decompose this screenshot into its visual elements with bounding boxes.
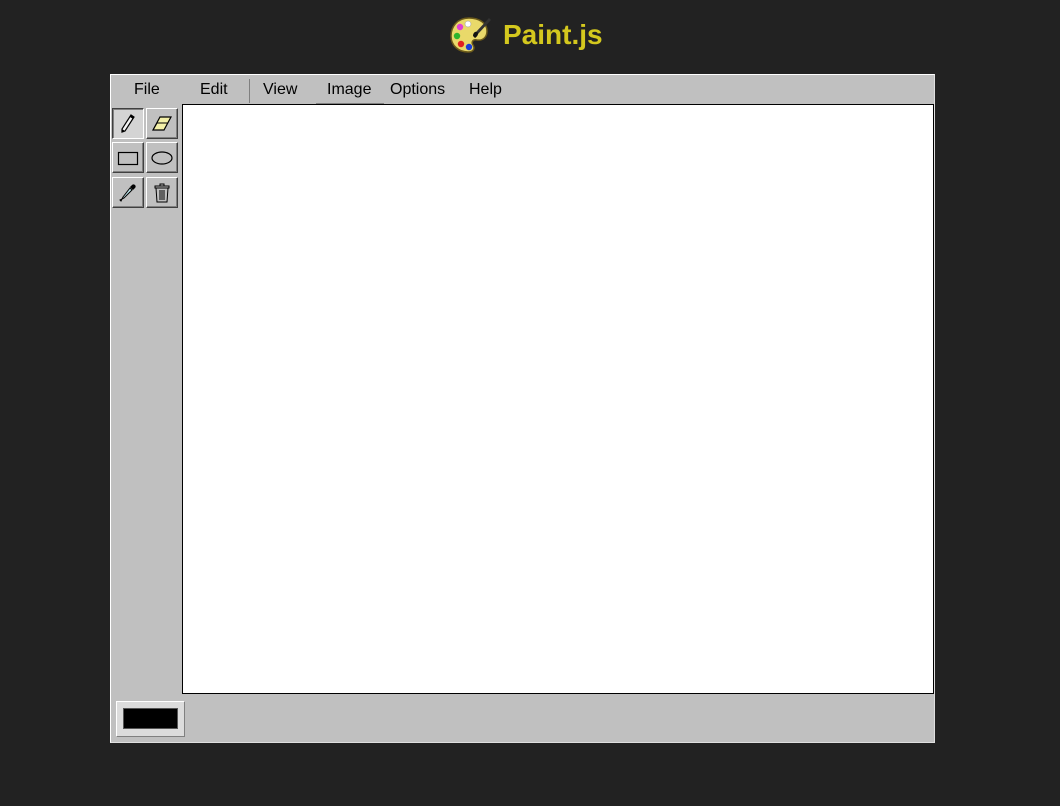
color-picker-tool-button[interactable]: [112, 177, 144, 208]
pencil-tool-button[interactable]: [112, 108, 144, 139]
ellipse-icon: [150, 150, 174, 166]
menu-view[interactable]: View: [263, 75, 297, 105]
menu-help[interactable]: Help: [469, 75, 502, 105]
menu-bar: File Edit View Image Options Help: [111, 75, 934, 105]
menu-options[interactable]: Options: [390, 75, 445, 105]
paint-window: File Edit View Image Options Help: [110, 74, 935, 743]
toolbox: [111, 105, 183, 695]
current-color-swatch[interactable]: [123, 708, 178, 729]
rectangle-icon: [117, 150, 139, 166]
menu-image[interactable]: Image: [327, 75, 371, 105]
paint-palette-icon: [449, 15, 493, 55]
menu-file[interactable]: File: [134, 75, 160, 105]
color-palette: [116, 701, 185, 737]
app-title: Paint.js: [503, 19, 603, 50]
drawing-canvas[interactable]: [182, 104, 934, 694]
trash-icon: [152, 182, 172, 204]
menu-edit[interactable]: Edit: [200, 75, 228, 105]
pencil-icon: [118, 113, 138, 135]
clear-tool-button[interactable]: [146, 177, 178, 208]
app-header: Paint.js: [0, 0, 1060, 72]
rectangle-tool-button[interactable]: [112, 142, 144, 173]
ellipse-tool-button[interactable]: [146, 142, 178, 173]
menu-separator: [249, 79, 250, 103]
eraser-icon: [150, 114, 174, 134]
eyedropper-icon: [117, 182, 139, 204]
eraser-tool-button[interactable]: [146, 108, 178, 139]
